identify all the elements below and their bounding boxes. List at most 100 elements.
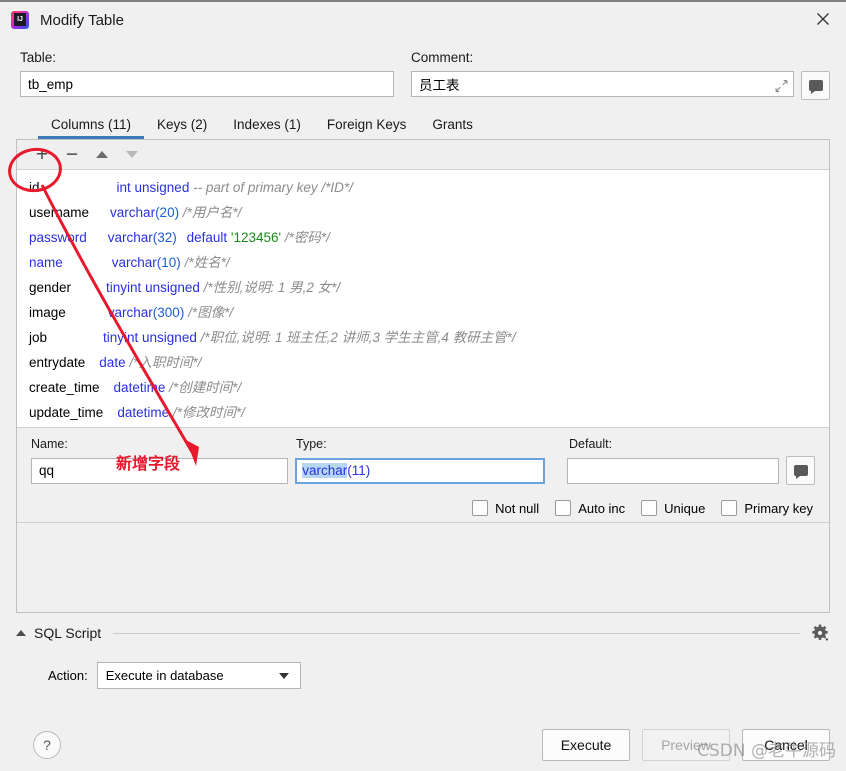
column-name-input[interactable]: qq — [31, 457, 289, 484]
table-row[interactable]: password varchar(32) default '123456' /*密… — [17, 225, 829, 250]
top-fields: Table: tb_emp Comment: 员工表 — [0, 38, 846, 100]
comment-input[interactable]: 员工表 — [411, 71, 794, 97]
columns-panel: + − id int unsigned -- part of primary ke… — [16, 139, 830, 613]
add-column-button[interactable]: + — [27, 143, 57, 167]
table-row[interactable]: id int unsigned -- part of primary key /*… — [17, 175, 829, 200]
column-comment: /*图像*/ — [184, 305, 234, 320]
column-flags: Not null Auto inc Unique Primary key — [31, 500, 815, 516]
speech-bubble-icon — [808, 80, 823, 94]
action-select-value: Execute in database — [105, 668, 224, 683]
column-comment: /*姓名*/ — [180, 255, 230, 270]
execute-button[interactable]: Execute — [542, 729, 630, 761]
column-type: tinyint unsigned — [103, 330, 197, 345]
columns-toolbar: + − — [17, 140, 829, 170]
table-row[interactable]: name varchar(10) /*姓名*/ — [17, 250, 829, 275]
table-row[interactable]: update_time datetime /*修改时间*/ — [17, 400, 829, 425]
footer-buttons: Execute Preview Cancel — [530, 729, 830, 761]
table-row[interactable]: username varchar(20) /*用户名*/ — [17, 200, 829, 225]
help-button[interactable]: ? — [33, 731, 61, 759]
column-comment: /*性别,说明: 1 男,2 女*/ — [199, 280, 341, 295]
checkbox-box[interactable] — [641, 500, 658, 516]
editor-type-label: Type: — [296, 437, 327, 451]
table-row[interactable]: gender tinyint unsigned /*性别,说明: 1 男,2 女*… — [17, 275, 829, 300]
column-comment: /*修改时间*/ — [169, 405, 245, 420]
table-row[interactable]: job tinyint unsigned /*职位,说明: 1 班主任,2 讲师,… — [17, 325, 829, 350]
help-icon: ? — [43, 737, 51, 753]
column-type-size: (10) — [156, 255, 181, 270]
column-name: name — [29, 255, 63, 270]
column-name: gender — [29, 280, 72, 295]
table-label: Table: — [20, 50, 57, 65]
comment-field-group: Comment: 员工表 — [411, 50, 830, 100]
chevron-down-icon — [278, 672, 289, 679]
move-up-button[interactable] — [87, 143, 117, 167]
table-name-input[interactable]: tb_emp — [20, 71, 394, 97]
editor-empty-area — [17, 522, 829, 612]
column-type: varchar — [107, 230, 153, 245]
checkbox-box[interactable] — [555, 500, 572, 516]
move-down-button[interactable] — [117, 143, 147, 167]
triangle-down-icon — [126, 151, 138, 158]
sql-script-title: SQL Script — [34, 625, 102, 641]
comment-editor-button[interactable] — [801, 71, 830, 100]
column-type: date — [99, 355, 126, 370]
gear-icon[interactable] — [810, 623, 830, 643]
checkbox-auto-inc[interactable]: Auto inc — [555, 500, 625, 516]
checkbox-unique[interactable]: Unique — [641, 500, 705, 516]
tab-foreign-keys[interactable]: Foreign Keys — [314, 114, 420, 139]
tab-columns[interactable]: Columns (11) — [38, 114, 145, 139]
title-bar: Modify Table — [0, 0, 846, 38]
caret-up-icon[interactable] — [16, 630, 26, 636]
column-comment: /*创建时间*/ — [165, 380, 242, 395]
editor-default-label: Default: — [569, 437, 613, 451]
column-type: tinyint unsigned — [106, 280, 200, 295]
close-icon — [817, 13, 829, 25]
column-comment: /*用户名*/ — [179, 205, 242, 220]
checkbox-label: Primary key — [744, 500, 813, 516]
tab-grants[interactable]: Grants — [419, 114, 486, 139]
column-name: password — [29, 230, 87, 245]
expand-icon[interactable] — [775, 79, 788, 92]
column-name: create_time — [29, 380, 100, 395]
editor-name-label: Name: — [31, 437, 68, 451]
column-type: varchar — [110, 205, 156, 220]
column-default-input[interactable] — [566, 457, 779, 484]
default-editor-button[interactable] — [786, 456, 815, 485]
column-type: varchar — [111, 255, 157, 270]
action-label: Action: — [48, 668, 88, 683]
column-type: datetime — [113, 380, 166, 395]
tab-indexes[interactable]: Indexes (1) — [220, 114, 314, 139]
cancel-button[interactable]: Cancel — [742, 729, 830, 761]
speech-bubble-icon — [793, 465, 808, 479]
checkbox-label: Not null — [495, 500, 540, 516]
table-row[interactable]: entrydate date /*入职时间*/ — [17, 350, 829, 375]
remove-column-button[interactable]: − — [57, 143, 87, 167]
comment-label: Comment: — [411, 50, 474, 65]
column-name: image — [29, 305, 66, 320]
column-editor: Name: Type: Default: qq varchar (11) Not … — [17, 427, 829, 522]
column-name: username — [29, 205, 90, 220]
preview-button: Preview — [642, 729, 730, 761]
column-comment: /*入职时间*/ — [125, 355, 202, 370]
column-extra-keyword: default — [182, 230, 228, 245]
table-row[interactable]: image varchar(300) /*图像*/ — [17, 300, 829, 325]
table-row[interactable]: create_time datetime /*创建时间*/ — [17, 375, 829, 400]
checkbox-box[interactable] — [721, 500, 738, 516]
column-type-size: (32) — [152, 230, 177, 245]
checkbox-box[interactable] — [472, 500, 489, 516]
tab-keys[interactable]: Keys (2) — [144, 114, 220, 139]
column-comment: /*职位,说明: 1 班主任,2 讲师,3 学生主管,4 教研主管*/ — [196, 330, 516, 345]
checkbox-primary-key[interactable]: Primary key — [721, 500, 813, 516]
column-comment: -- part of primary key /*ID*/ — [189, 180, 353, 195]
column-list[interactable]: id int unsigned -- part of primary key /*… — [17, 170, 829, 427]
close-button[interactable] — [800, 2, 846, 36]
type-size-text: (11) — [347, 463, 371, 478]
action-select[interactable]: Execute in database — [96, 662, 301, 689]
column-type: int unsigned — [116, 180, 190, 195]
column-type-input[interactable]: varchar (11) — [295, 457, 545, 484]
section-divider — [113, 632, 800, 634]
column-type: varchar — [107, 305, 153, 320]
dialog-footer: ? Execute Preview Cancel — [0, 729, 846, 761]
checkbox-not-null[interactable]: Not null — [472, 500, 539, 516]
triangle-up-icon — [96, 151, 108, 158]
